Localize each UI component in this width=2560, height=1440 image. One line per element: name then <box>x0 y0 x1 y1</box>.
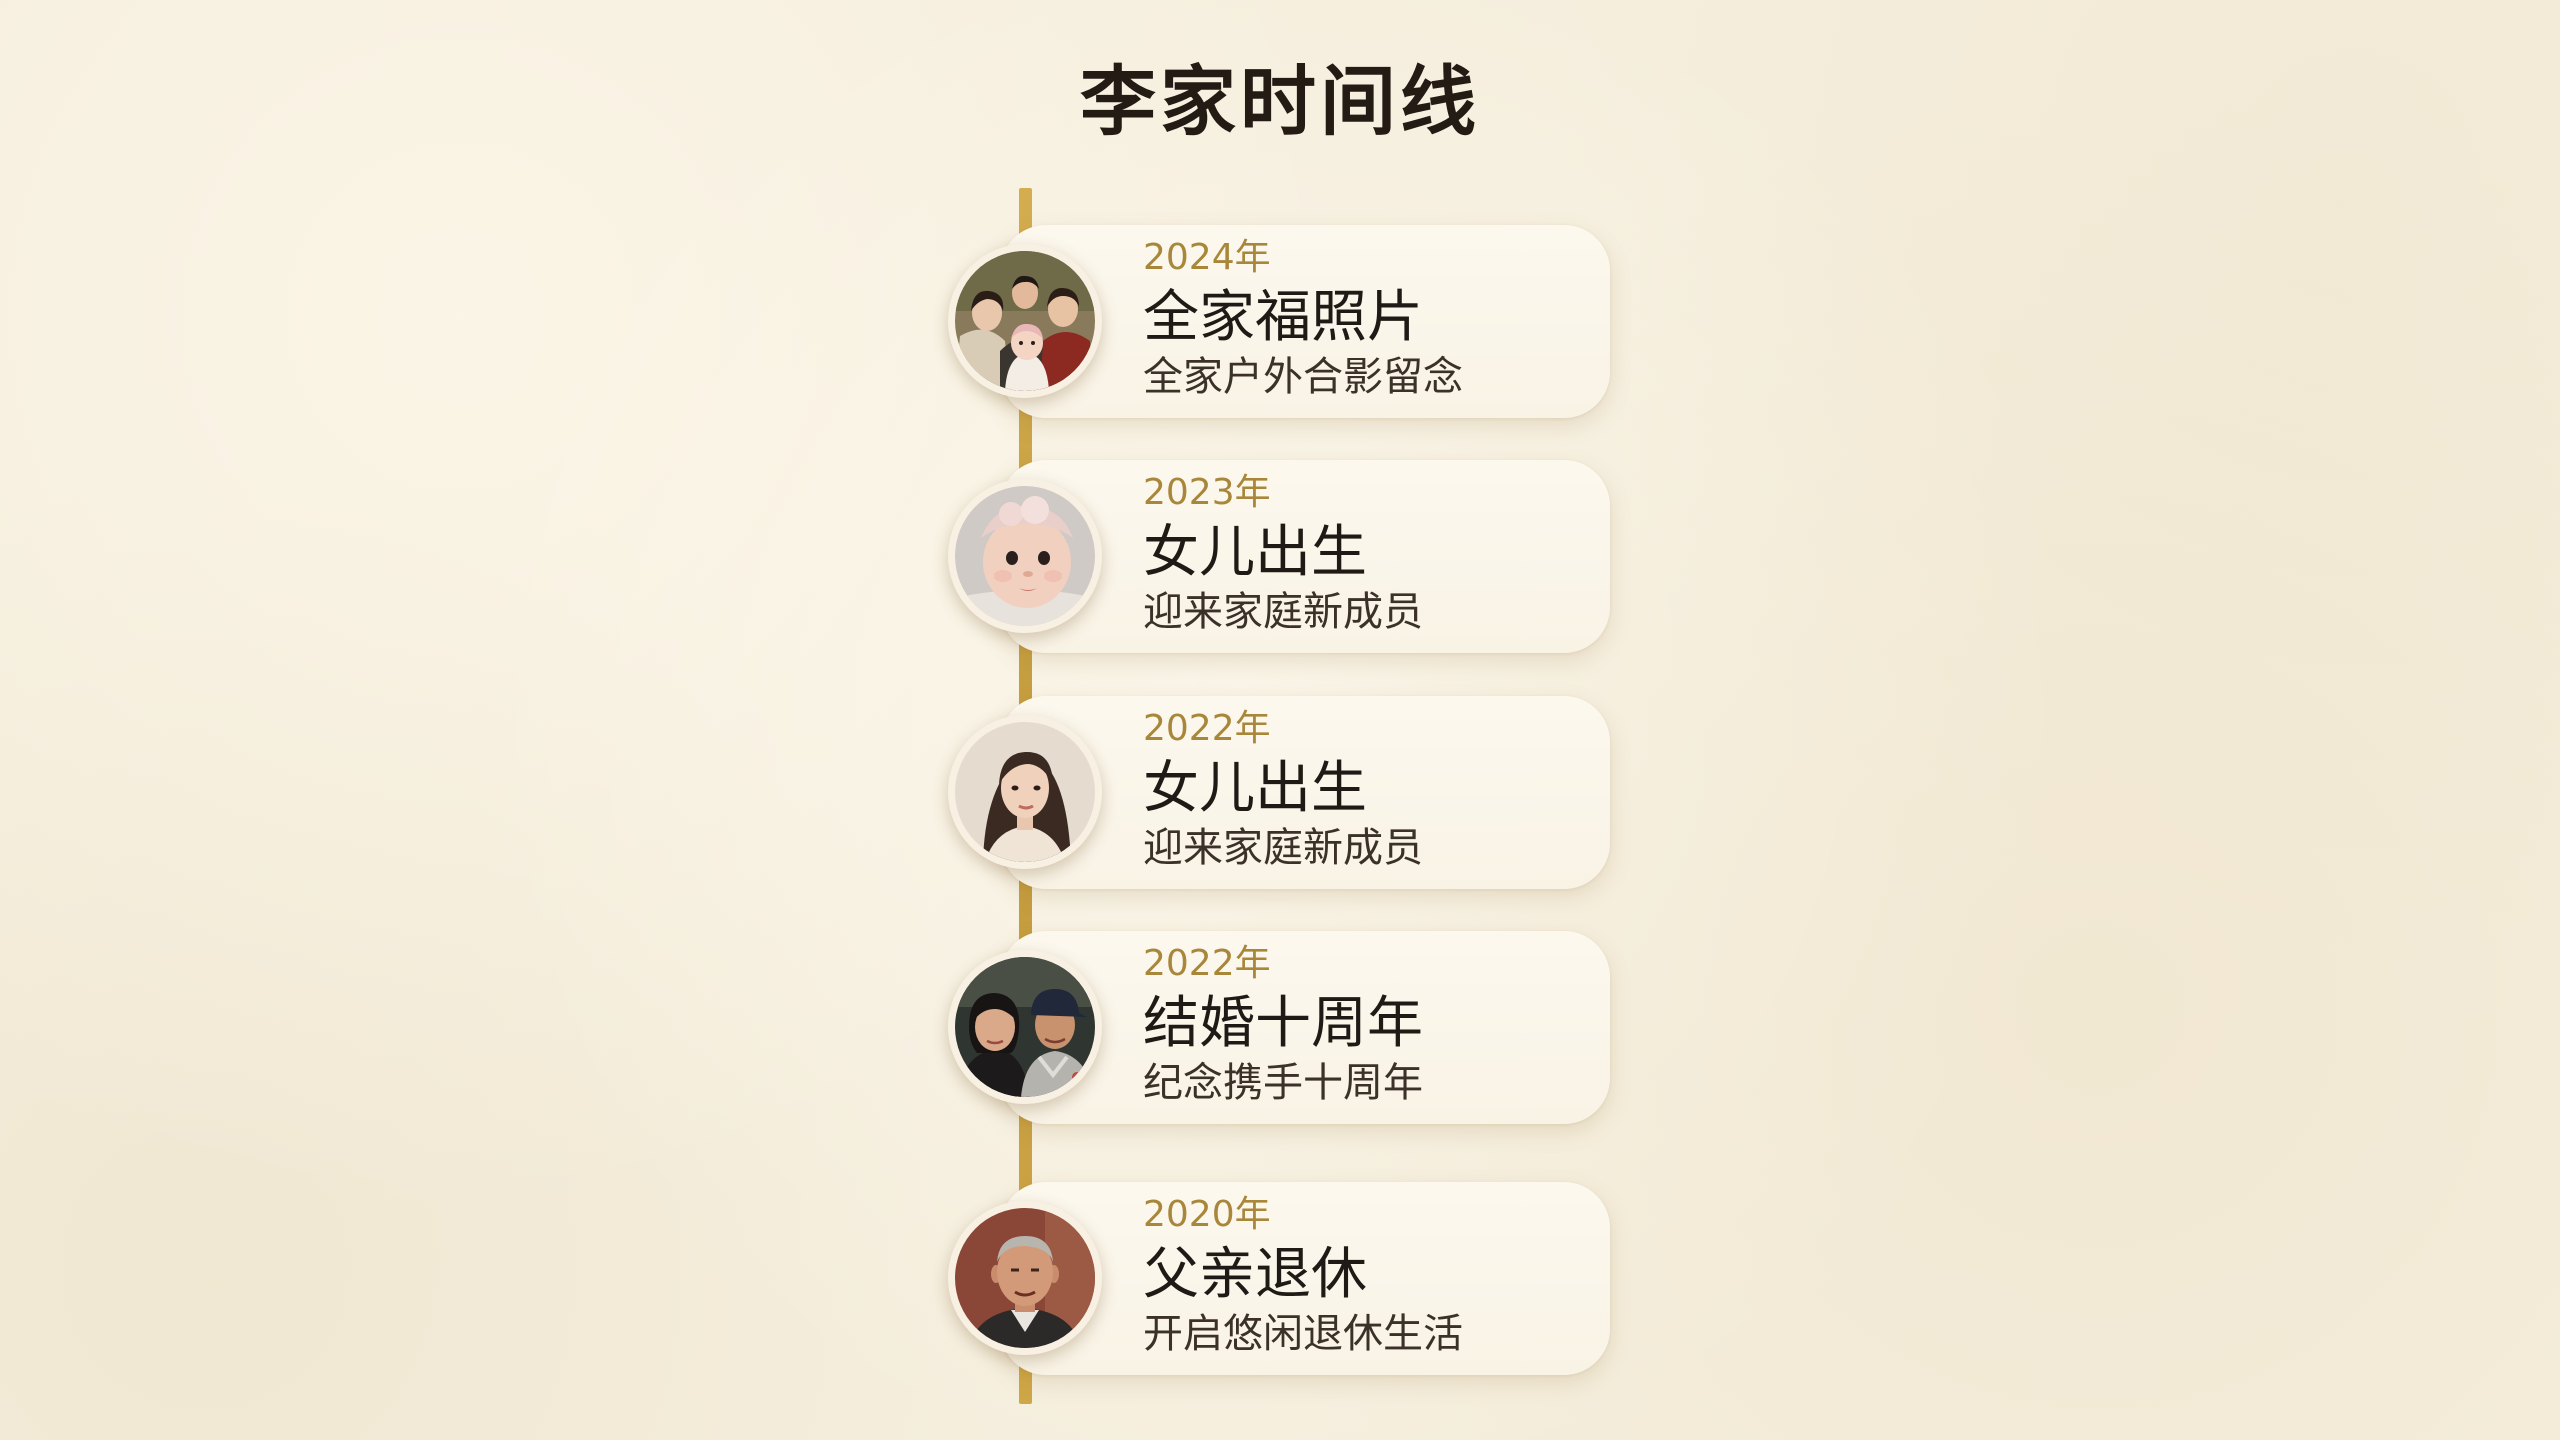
event-year: 2023年 <box>1143 472 1271 513</box>
woman-photo <box>955 722 1095 862</box>
event-title: 结婚十周年 <box>1143 991 1423 1056</box>
event-text: 2022年 女儿出生 迎来家庭新成员 <box>1143 709 1423 873</box>
event-title: 父亲退休 <box>1143 1242 1367 1307</box>
page-title: 李家时间线 <box>1080 57 1480 146</box>
event-description: 全家户外合影留念 <box>1143 354 1463 400</box>
event-text: 2022年 结婚十周年 纪念携手十周年 <box>1143 944 1423 1108</box>
event-description: 迎来家庭新成员 <box>1143 825 1423 871</box>
event-year: 2022年 <box>1143 943 1271 984</box>
event-text: 2024年 全家福照片 全家户外合影留念 <box>1143 238 1463 402</box>
timeline-event: 2023年 女儿出生 迎来家庭新成员 <box>948 460 1610 653</box>
event-avatar <box>948 244 1102 398</box>
event-title: 女儿出生 <box>1143 520 1367 585</box>
event-title: 全家福照片 <box>1143 285 1423 350</box>
elderly-man-photo <box>955 1208 1095 1348</box>
event-year: 2022年 <box>1143 708 1271 749</box>
timeline-event: 2022年 结婚十周年 纪念携手十周年 <box>948 931 1610 1124</box>
event-year: 2020年 <box>1143 1194 1271 1235</box>
event-description: 纪念携手十周年 <box>1143 1060 1423 1106</box>
event-avatar <box>948 1201 1102 1355</box>
timeline-event: 2020年 父亲退休 开启悠闲退休生活 <box>948 1182 1610 1375</box>
baby-photo <box>955 486 1095 626</box>
event-title: 女儿出生 <box>1143 756 1367 821</box>
event-description: 迎来家庭新成员 <box>1143 589 1423 635</box>
event-description: 开启悠闲退休生活 <box>1143 1311 1463 1357</box>
timeline-event: 2022年 女儿出生 迎来家庭新成员 <box>948 696 1610 889</box>
event-text: 2023年 女儿出生 迎来家庭新成员 <box>1143 473 1423 637</box>
couple-photo <box>955 957 1095 1097</box>
event-text: 2020年 父亲退休 开启悠闲退休生活 <box>1143 1195 1463 1359</box>
event-avatar <box>948 479 1102 633</box>
event-avatar <box>948 950 1102 1104</box>
timeline-event: 2024年 全家福照片 全家户外合影留念 <box>948 225 1610 418</box>
event-avatar <box>948 715 1102 869</box>
family-photo <box>955 251 1095 391</box>
event-year: 2024年 <box>1143 237 1271 278</box>
